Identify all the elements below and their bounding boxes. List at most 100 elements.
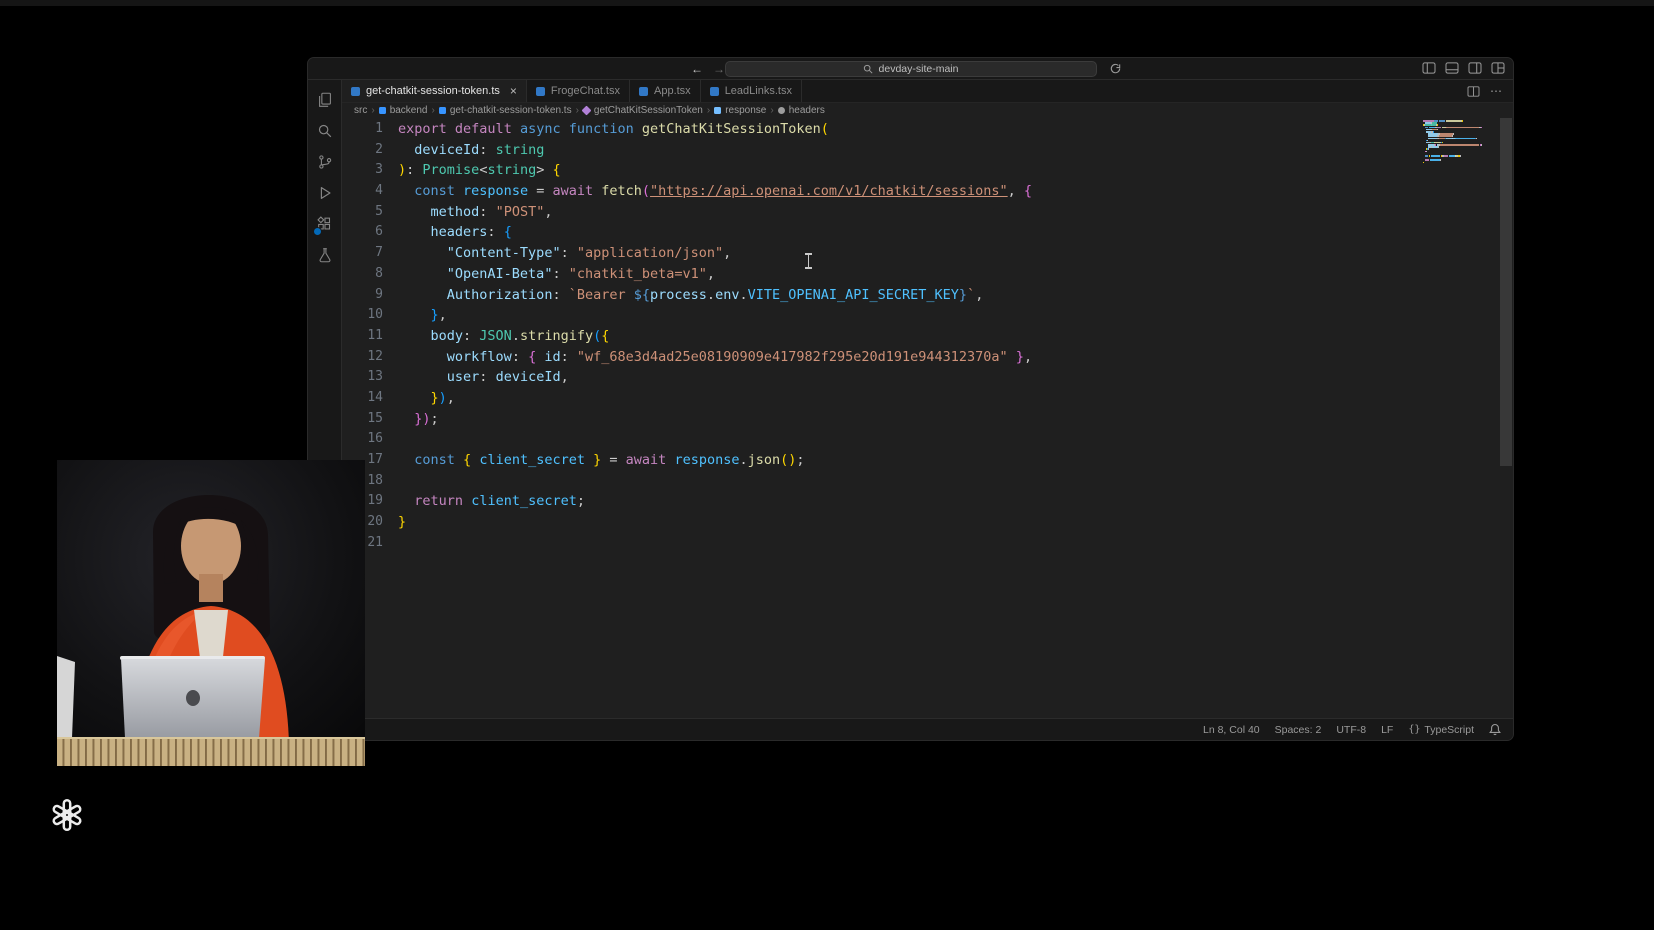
code-line[interactable]: 4 const response = await fetch("https://… <box>342 181 1513 202</box>
code-line[interactable]: 3): Promise<string> { <box>342 160 1513 181</box>
split-editor-icon[interactable] <box>1467 85 1480 97</box>
code-line[interactable]: 16 <box>342 429 1513 450</box>
code-line[interactable]: 11 body: JSON.stringify({ <box>342 326 1513 347</box>
minimap-content <box>1423 120 1497 166</box>
breadcrumb-separator: › <box>575 105 579 116</box>
testing-icon[interactable] <box>308 239 342 270</box>
code-line[interactable]: 6 headers: { <box>342 222 1513 243</box>
openai-logo <box>49 797 85 833</box>
symbol-variable-icon <box>714 107 722 114</box>
line-number[interactable]: 8 <box>342 264 383 285</box>
line-number[interactable]: 6 <box>342 222 383 243</box>
code-line[interactable]: 13 user: deviceId, <box>342 367 1513 388</box>
more-actions-icon[interactable]: ⋯ <box>1490 84 1503 98</box>
top-edge-strip <box>0 0 1654 6</box>
explorer-icon[interactable] <box>308 84 342 115</box>
line-number[interactable]: 7 <box>342 243 383 264</box>
tab-label: get-chatkit-session-token.ts <box>366 85 500 97</box>
code-line[interactable]: 17 const { client_secret } = await respo… <box>342 450 1513 471</box>
typescript-icon <box>438 107 446 114</box>
symbol-function-icon <box>581 105 592 116</box>
typescript-icon <box>378 107 386 114</box>
line-number[interactable]: 9 <box>342 285 383 306</box>
line-number[interactable]: 15 <box>342 409 383 430</box>
status-cursor-position[interactable]: Ln 8, Col 40 <box>1203 724 1260 736</box>
tab-close-icon[interactable]: × <box>510 85 517 97</box>
line-number[interactable]: 11 <box>342 326 383 347</box>
toggle-primary-sidebar-icon[interactable] <box>1422 62 1436 74</box>
code-line[interactable]: 9 Authorization: `Bearer ${process.env.V… <box>342 285 1513 306</box>
code-line[interactable]: 12 workflow: { id: "wf_68e3d4ad25e081909… <box>342 347 1513 368</box>
tab-frogechat[interactable]: FrogeChat.tsx <box>526 80 630 102</box>
tab-actions: ⋯ <box>1457 80 1513 102</box>
code-line[interactable]: 7 "Content-Type": "application/json", <box>342 243 1513 264</box>
language-braces-icon: {} <box>1408 724 1421 735</box>
line-number[interactable]: 10 <box>342 305 383 326</box>
line-number[interactable]: 13 <box>342 367 383 388</box>
run-and-debug-icon[interactable] <box>308 177 342 208</box>
breadcrumb-separator: › <box>431 105 435 116</box>
stage: ← → devday-site-main get-chatkit-session… <box>0 0 1654 930</box>
line-number[interactable]: 2 <box>342 140 383 161</box>
toggle-panel-icon[interactable] <box>1445 62 1459 74</box>
tab-label: FrogeChat.tsx <box>550 85 620 97</box>
line-number[interactable]: 4 <box>342 181 383 202</box>
code-line[interactable]: 10 }, <box>342 305 1513 326</box>
search-value: devday-site-main <box>878 63 959 75</box>
code-line[interactable]: 5 method: "POST", <box>342 202 1513 223</box>
scrollbar-thumb[interactable] <box>1500 118 1512 466</box>
breadcrumb-item-headers[interactable]: headers <box>789 105 825 116</box>
tab-label: App.tsx <box>654 85 691 97</box>
toggle-secondary-sidebar-icon[interactable] <box>1468 62 1482 74</box>
status-language-mode[interactable]: {} TypeScript <box>1408 724 1474 736</box>
status-encoding[interactable]: UTF-8 <box>1336 724 1366 736</box>
search-icon <box>863 64 873 74</box>
code-line[interactable]: 19 return client_secret; <box>342 491 1513 512</box>
breadcrumb-separator: › <box>706 105 711 116</box>
mouse-ibeam-cursor <box>804 253 813 269</box>
breadcrumb-item-response[interactable]: response <box>725 105 766 116</box>
code-line[interactable]: 1 export default async function getChatKi… <box>342 119 1513 140</box>
breadcrumb: src › backend › get-chatkit-session-toke… <box>342 103 1513 118</box>
command-center-search[interactable]: devday-site-main <box>724 61 1097 77</box>
line-number[interactable]: 5 <box>342 202 383 223</box>
search-sidebar-icon[interactable] <box>308 115 342 146</box>
breadcrumb-item-backend[interactable]: backend <box>390 105 428 116</box>
code-line[interactable]: 21 <box>342 533 1513 554</box>
code-line[interactable]: 20} <box>342 512 1513 533</box>
breadcrumb-item-src[interactable]: src <box>354 105 367 116</box>
tab-leadlinks[interactable]: LeadLinks.tsx <box>700 80 802 102</box>
line-number[interactable]: 1 <box>342 119 383 140</box>
code-line[interactable]: 8 "OpenAI-Beta": "chatkit_beta=v1", <box>342 264 1513 285</box>
line-number[interactable]: 16 <box>342 429 383 450</box>
tab-bar: get-chatkit-session-token.ts × FrogeChat… <box>342 80 1513 103</box>
editor[interactable]: 1 export default async function getChatKi… <box>342 118 1513 718</box>
breadcrumb-item-function[interactable]: getChatKitSessionToken <box>594 105 703 116</box>
customize-layout-icon[interactable] <box>1491 62 1505 74</box>
refresh-icon[interactable] <box>1109 62 1123 76</box>
line-number[interactable]: 12 <box>342 347 383 368</box>
vscode-window: ← → devday-site-main get-chatkit-session… <box>307 57 1514 741</box>
extensions-icon[interactable] <box>308 208 342 239</box>
extensions-badge <box>312 227 322 236</box>
status-bar: Ln 8, Col 40 Spaces: 2 UTF-8 LF {} TypeS… <box>308 718 1513 740</box>
source-control-icon[interactable] <box>308 146 342 177</box>
notifications-bell-icon[interactable] <box>1489 723 1501 736</box>
line-number[interactable]: 14 <box>342 388 383 409</box>
tab-get-chatkit-session-token[interactable]: get-chatkit-session-token.ts × <box>342 80 527 102</box>
code-line[interactable]: 2 deviceId: string <box>342 140 1513 161</box>
symbol-property-icon <box>777 107 785 114</box>
line-number[interactable]: 3 <box>342 160 383 181</box>
code-line[interactable]: 18 <box>342 471 1513 492</box>
status-indentation[interactable]: Spaces: 2 <box>1275 724 1322 736</box>
code-line[interactable]: 15 }); <box>342 409 1513 430</box>
status-eol[interactable]: LF <box>1381 724 1393 736</box>
breadcrumb-item-file[interactable]: get-chatkit-session-token.ts <box>450 105 572 116</box>
titlebar: ← → devday-site-main <box>308 58 1513 80</box>
tab-label: LeadLinks.tsx <box>724 85 792 97</box>
tab-app[interactable]: App.tsx <box>630 80 701 102</box>
code-line[interactable]: 14 }), <box>342 388 1513 409</box>
nav-back-button[interactable]: ← <box>688 60 706 78</box>
minimap[interactable] <box>1423 120 1497 166</box>
code-area[interactable]: 1 export default async function getChatKi… <box>342 118 1513 718</box>
